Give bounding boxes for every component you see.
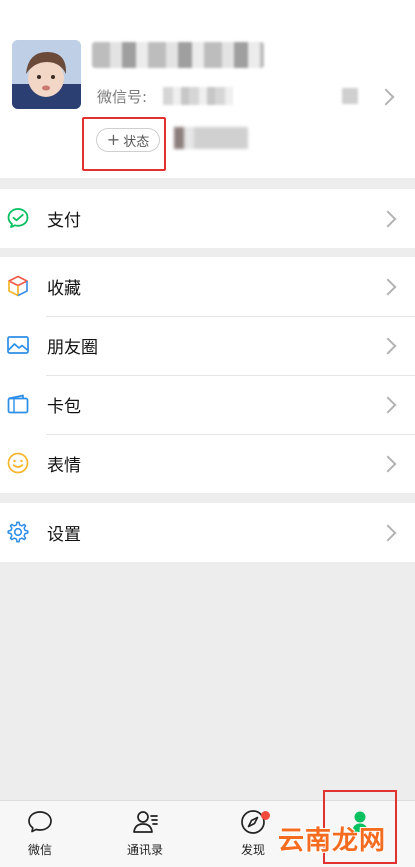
menu-item-pay[interactable]: 支付 (0, 189, 415, 248)
status-button-label: 状态 (123, 134, 150, 150)
sticker-smile-icon (7, 452, 29, 474)
menu-item-cards[interactable]: 卡包 (0, 375, 415, 434)
menu-item-label: 表情 (47, 456, 81, 476)
menu-item-label: 收藏 (47, 279, 81, 299)
profile-header: 微信号: + 状态 (0, 0, 415, 178)
tab-contacts[interactable]: 通讯录 (105, 801, 185, 867)
tab-label: 通讯录 (126, 843, 163, 857)
notification-badge-dot (261, 811, 270, 820)
menu-item-label: 支付 (47, 211, 81, 231)
menu-group-pay: 支付 (0, 189, 415, 248)
menu-item-favorites[interactable]: 收藏 (0, 257, 415, 316)
chevron-right-icon (379, 337, 397, 355)
menu-group-settings: 设置 (0, 503, 415, 562)
pay-icon (7, 208, 29, 228)
chevron-right-icon (379, 455, 397, 473)
menu-item-stickers[interactable]: 表情 (0, 434, 415, 493)
contacts-person-icon (133, 811, 158, 833)
menu-item-settings[interactable]: 设置 (0, 503, 415, 562)
tab-label: 微信 (27, 843, 52, 857)
chevron-right-icon (379, 278, 397, 296)
add-status-button[interactable]: + 状态 (96, 128, 160, 152)
favorites-cube-icon (8, 275, 28, 297)
nickname-blurred (92, 42, 264, 68)
qr-code-icon[interactable] (342, 88, 358, 104)
gear-icon (7, 521, 29, 543)
menu-item-label: 设置 (47, 525, 81, 545)
plus-icon: + (106, 130, 121, 149)
menu-item-label: 卡包 (47, 397, 81, 417)
card-wallet-icon (7, 394, 29, 414)
menu-item-label: 朋友圈 (47, 338, 98, 358)
avatar[interactable] (12, 40, 81, 109)
chevron-right-icon[interactable] (377, 88, 395, 106)
menu-group-main: 收藏 朋友圈 卡包 表情 (0, 257, 415, 493)
wechat-id-blurred (163, 87, 233, 105)
chevron-right-icon (379, 524, 397, 542)
menu-item-moments[interactable]: 朋友圈 (0, 316, 415, 375)
watermark: 云南龙网 (278, 826, 387, 856)
wechat-id-label: 微信号: (97, 88, 148, 106)
chevron-right-icon (379, 210, 397, 228)
chevron-right-icon (379, 396, 397, 414)
moments-photo-icon (7, 336, 29, 354)
friends-status-blurred[interactable] (174, 127, 248, 149)
tab-chats[interactable]: 微信 (0, 801, 80, 867)
chat-bubble-icon (28, 811, 52, 833)
